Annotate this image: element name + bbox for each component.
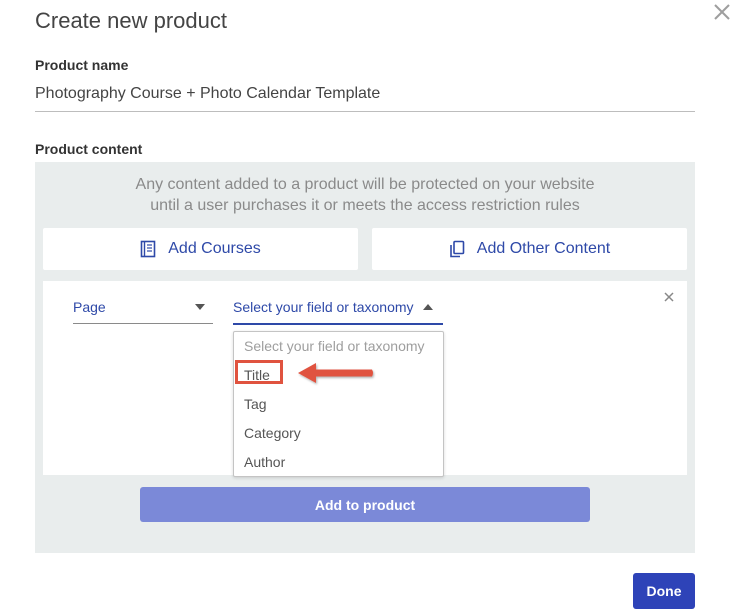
dropdown-option-author[interactable]: Author (244, 454, 285, 470)
content-type-select[interactable]: Page (73, 296, 213, 324)
content-type-value: Page (73, 299, 106, 315)
protection-note: Any content added to a product will be p… (35, 174, 695, 216)
protection-note-line1: Any content added to a product will be p… (135, 176, 595, 193)
product-name-underline (35, 111, 695, 112)
done-button[interactable]: Done (633, 573, 695, 609)
protection-note-line2: until a user purchases it or meets the a… (150, 197, 580, 214)
product-name-input[interactable]: Photography Course + Photo Calendar Temp… (35, 85, 380, 103)
dropdown-option-tag[interactable]: Tag (244, 396, 267, 412)
dropdown-option-category[interactable]: Category (244, 425, 301, 441)
add-to-product-button[interactable]: Add to product (140, 487, 590, 522)
add-other-content-button[interactable]: Add Other Content (372, 228, 687, 270)
add-courses-button[interactable]: Add Courses (43, 228, 358, 270)
product-name-label: Product name (35, 57, 129, 73)
dropdown-option-placeholder[interactable]: Select your field or taxonomy (244, 338, 425, 354)
remove-rule-icon[interactable] (662, 290, 676, 304)
close-icon[interactable] (710, 0, 734, 24)
field-taxonomy-value: Select your field or taxonomy (233, 299, 414, 315)
caret-up-icon (423, 304, 433, 310)
field-taxonomy-dropdown: Select your field or taxonomy Title Tag … (233, 331, 444, 477)
product-content-label: Product content (35, 141, 143, 157)
book-icon (140, 240, 156, 258)
dialog-title: Create new product (35, 8, 227, 33)
add-other-content-label: Add Other Content (476, 240, 611, 257)
copy-icon (449, 240, 465, 258)
caret-down-icon (195, 304, 205, 310)
add-courses-label: Add Courses (168, 240, 261, 257)
annotation-arrow-icon (298, 363, 373, 383)
annotation-highlight-box (235, 360, 283, 384)
field-taxonomy-select[interactable]: Select your field or taxonomy (233, 296, 443, 325)
